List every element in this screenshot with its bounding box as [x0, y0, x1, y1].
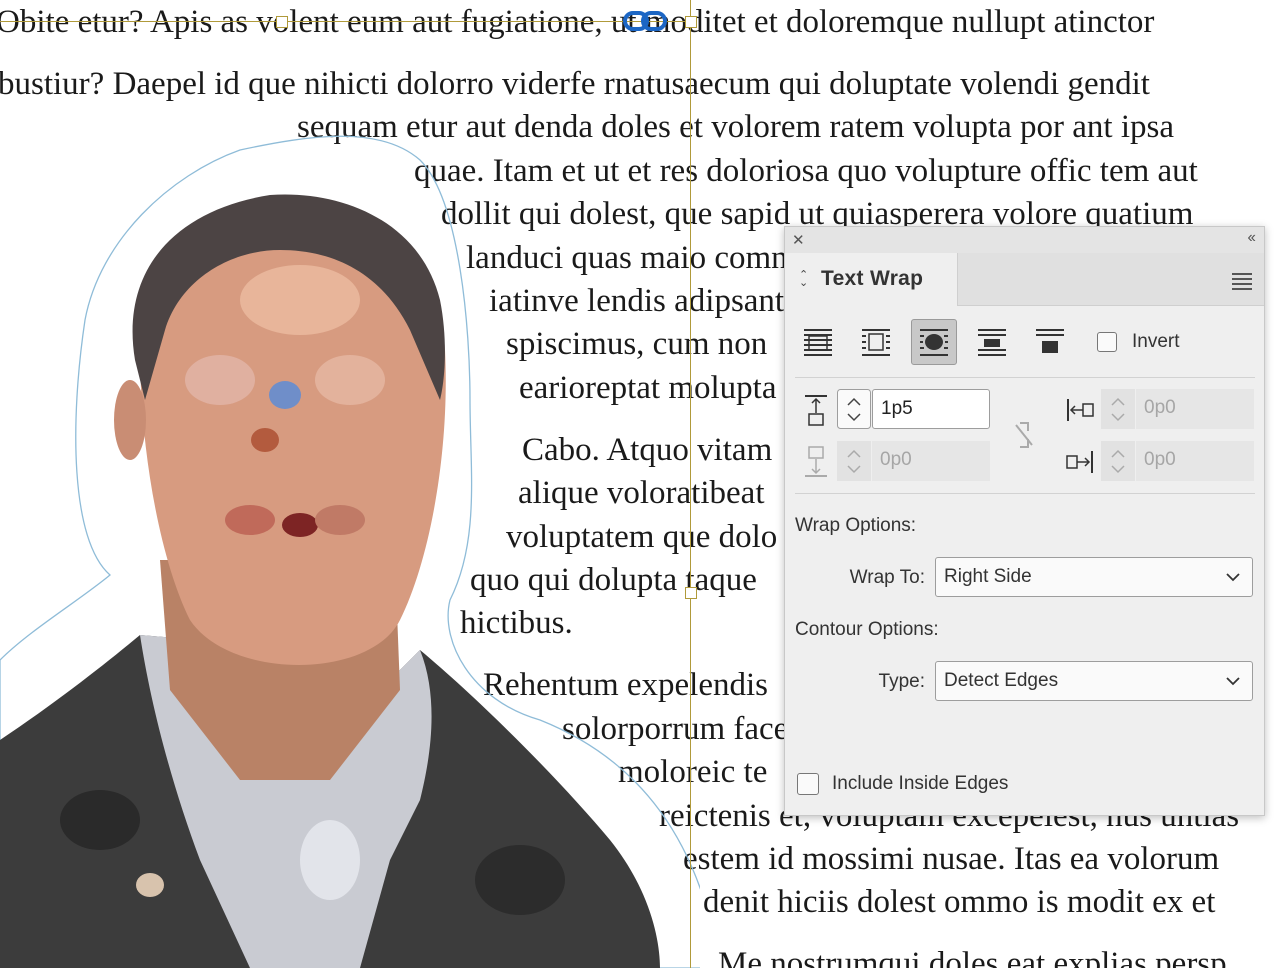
separator — [795, 493, 1255, 494]
wrap-to-label: Wrap To: — [849, 567, 925, 588]
make-all-settings-same-icon[interactable] — [1010, 419, 1038, 451]
top-offset-stepper[interactable] — [837, 389, 871, 429]
frame-handle-right-middle[interactable] — [685, 587, 697, 599]
wrap-around-object-shape-icon — [920, 329, 948, 356]
portrait-ear — [114, 380, 146, 460]
frame-handle-top-right[interactable] — [685, 16, 697, 28]
body-text-line[interactable]: Me nostrumqui doles eat explias persp — [718, 944, 1227, 968]
collapse-panel-icon[interactable]: ‹‹ — [1247, 229, 1256, 247]
jump-object-button[interactable] — [969, 319, 1015, 365]
frame-guide-horizontal — [0, 21, 690, 22]
no-text-wrap-icon — [804, 329, 832, 356]
wrap-object-shape-button[interactable] — [911, 319, 957, 365]
wrap-around-bounding-box-icon — [862, 329, 890, 356]
separator — [795, 377, 1255, 378]
right-offset-stepper[interactable] — [1101, 441, 1135, 481]
jump-to-next-column-icon — [1036, 329, 1064, 353]
include-inside-edges-label: Include Inside Edges — [832, 773, 1009, 794]
include-inside-edges-checkbox[interactable] — [797, 773, 819, 795]
wrap-to-dropdown[interactable]: Right Side — [935, 557, 1253, 597]
wrap-bounding-box-button[interactable] — [853, 319, 899, 365]
jump-object-icon — [978, 329, 1006, 356]
contour-type-value: Detect Edges — [944, 670, 1059, 691]
tab-text-wrap[interactable]: ⌃ ⌄ Text Wrap — [785, 253, 958, 306]
wrap-to-value: Right Side — [944, 566, 1032, 587]
bottom-offset-input[interactable]: 0p0 — [872, 441, 990, 481]
left-offset-stepper[interactable] — [1101, 389, 1135, 429]
frame-handle-top-left[interactable] — [276, 16, 288, 28]
wrap-options-heading: Wrap Options: — [795, 515, 917, 536]
left-offset-icon — [1067, 399, 1094, 421]
invert-label: Invert — [1132, 331, 1180, 352]
panel-menu-icon[interactable] — [1232, 273, 1252, 293]
panel-tabbar: ⌃ ⌄ Text Wrap — [785, 253, 1264, 306]
right-offset-icon — [1066, 451, 1093, 473]
left-offset-input[interactable]: 0p0 — [1136, 389, 1254, 429]
bottom-offset-stepper[interactable] — [837, 441, 871, 481]
close-icon[interactable]: ✕ — [792, 231, 805, 249]
chevron-down-icon — [1226, 662, 1240, 714]
linked-image-icon[interactable] — [623, 10, 667, 32]
body-text-line[interactable]: estem id mossimi nusae. Itas ea volorum — [683, 839, 1219, 879]
top-offset-input[interactable]: 1p5 — [872, 389, 990, 429]
contour-type-label: Type: — [878, 671, 925, 692]
frame-guide-vertical — [690, 0, 691, 968]
tab-label: Text Wrap — [821, 267, 924, 290]
invert-checkbox[interactable] — [1097, 332, 1117, 352]
no-text-wrap-button[interactable] — [795, 319, 841, 365]
bottom-offset-icon — [805, 446, 827, 477]
body-text-line[interactable]: denit hiciis dolest ommo is modit ex et — [703, 882, 1215, 922]
placed-image-portrait[interactable] — [0, 0, 700, 968]
contour-options-heading: Contour Options: — [795, 619, 939, 640]
top-offset-icon — [805, 395, 827, 426]
chevron-down-icon — [1226, 558, 1240, 610]
jump-to-next-column-button[interactable] — [1027, 319, 1073, 365]
right-offset-input[interactable]: 0p0 — [1136, 441, 1254, 481]
tab-expand-icon[interactable]: ⌃ ⌄ — [799, 270, 808, 289]
text-wrap-panel: ✕ ‹‹ ⌃ ⌄ Text Wrap Invert 1p5 0p0 0p0 0p… — [784, 226, 1265, 816]
panel-titlebar: ✕ ‹‹ — [785, 227, 1264, 254]
contour-type-dropdown[interactable]: Detect Edges — [935, 661, 1253, 701]
